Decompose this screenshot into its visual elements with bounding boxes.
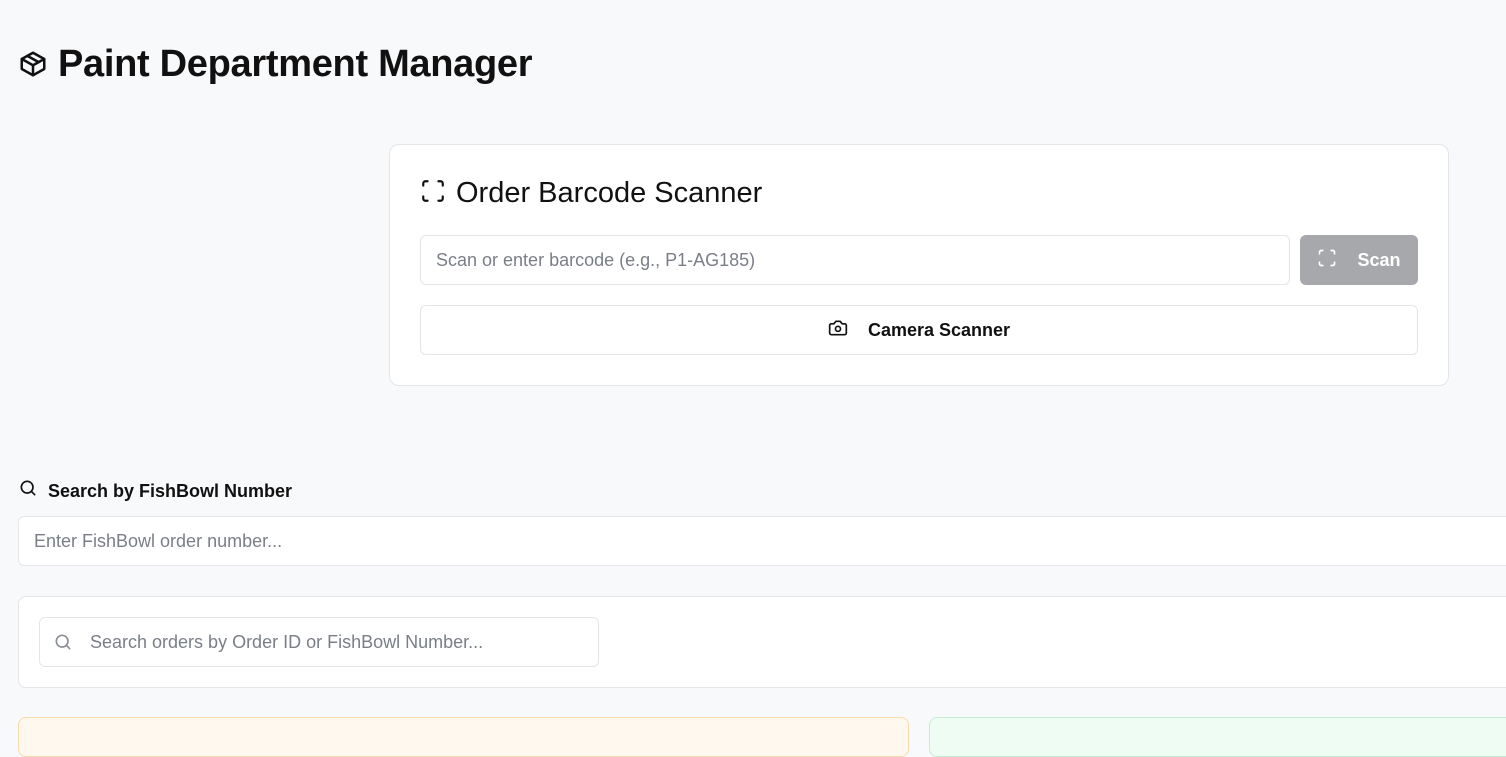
fishbowl-number-input[interactable]	[18, 516, 1506, 566]
fishbowl-search-label: Search by FishBowl Number	[18, 478, 292, 504]
page-title: Paint Department Manager	[58, 43, 533, 85]
pending-orders-card	[18, 717, 909, 757]
scan-frame-icon	[420, 178, 446, 209]
scanner-title: Order Barcode Scanner	[456, 177, 763, 209]
order-search	[39, 617, 599, 667]
scan-button-label: Scan	[1357, 249, 1401, 270]
camera-scanner-button[interactable]: Camera Scanner	[420, 305, 1418, 355]
barcode-input[interactable]	[420, 235, 1290, 285]
camera-button-label: Camera Scanner	[867, 319, 1011, 340]
barcode-scanner-card: Order Barcode Scanner Scan Camera Scanne…	[389, 144, 1449, 386]
fishbowl-label-text: Search by FishBowl Number	[48, 481, 293, 501]
order-search-input[interactable]	[39, 617, 599, 667]
package-icon	[18, 49, 48, 79]
camera-icon	[828, 318, 848, 343]
search-icon	[18, 478, 38, 504]
scan-frame-icon	[1317, 248, 1337, 273]
completed-orders-card	[929, 717, 1506, 757]
app-header: Paint Department Manager	[18, 40, 533, 88]
scanner-heading: Order Barcode Scanner	[420, 175, 762, 211]
search-icon	[53, 632, 73, 652]
orders-filter-card	[18, 596, 1506, 688]
scan-button[interactable]: Scan	[1300, 235, 1418, 285]
